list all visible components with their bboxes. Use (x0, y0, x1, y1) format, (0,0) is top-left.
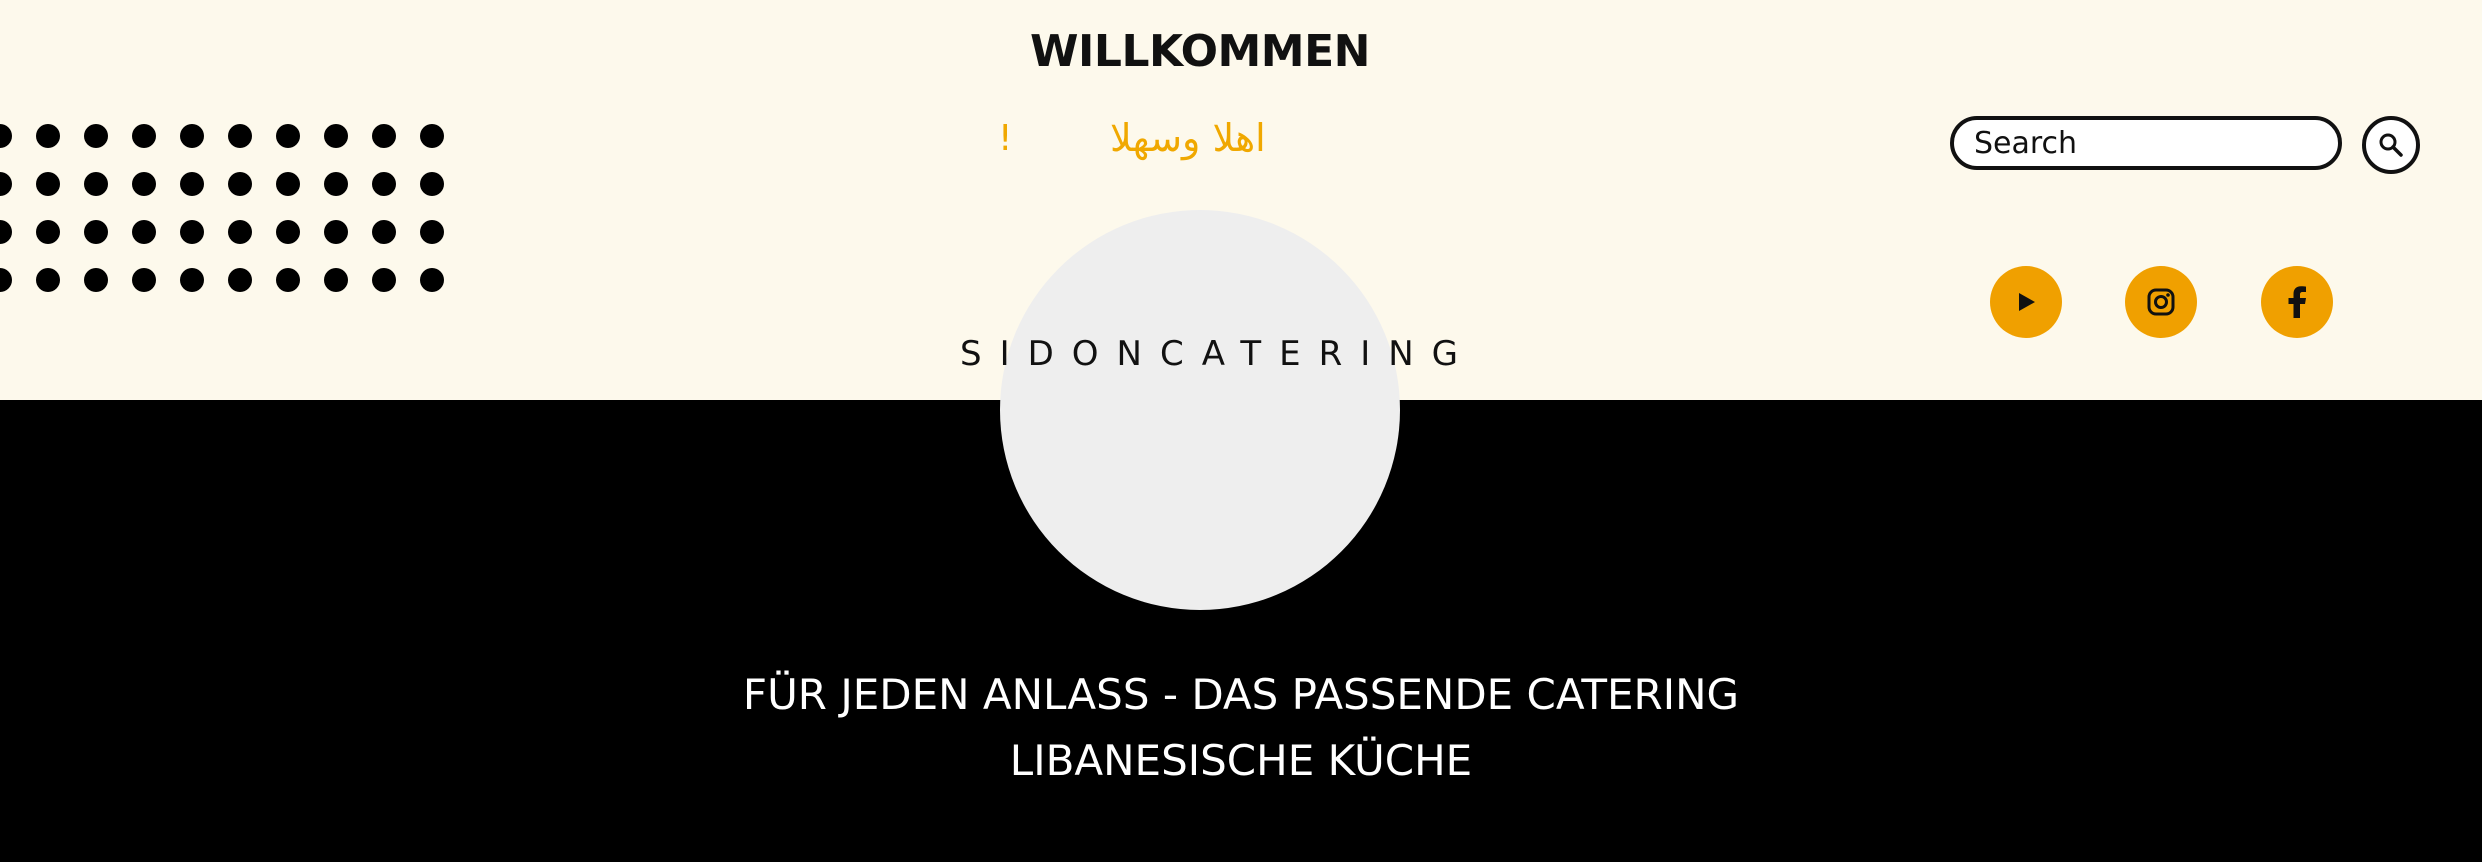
dot (228, 268, 252, 292)
dot (132, 220, 156, 244)
dot (0, 124, 12, 148)
tagline-line-2: LIBANESISCHE KÜCHE (1009, 736, 1473, 785)
dot (0, 268, 12, 292)
dot (372, 124, 396, 148)
dot (0, 220, 12, 244)
instagram-icon (2147, 288, 2175, 316)
dot (324, 220, 348, 244)
dot (132, 124, 156, 148)
dot (420, 172, 444, 196)
dot (36, 220, 60, 244)
dot (84, 172, 108, 196)
dot (84, 124, 108, 148)
instagram-button[interactable] (2125, 266, 2197, 338)
dot (180, 268, 204, 292)
dot (228, 220, 252, 244)
dot (372, 220, 396, 244)
play-icon (2019, 293, 2035, 311)
dot (180, 220, 204, 244)
dot (132, 268, 156, 292)
logo-circle (1000, 210, 1400, 610)
dot-pattern-decoration (0, 124, 444, 294)
dot (36, 124, 60, 148)
dot (36, 172, 60, 196)
dot (36, 268, 60, 292)
dot (84, 220, 108, 244)
dot (132, 172, 156, 196)
dot (372, 172, 396, 196)
dot (324, 268, 348, 292)
dot (276, 220, 300, 244)
greeting-exclamation: ! (998, 118, 1013, 159)
dot (180, 124, 204, 148)
dot (324, 172, 348, 196)
dot (276, 172, 300, 196)
dot (324, 124, 348, 148)
dot (228, 124, 252, 148)
dot (372, 268, 396, 292)
dot (228, 172, 252, 196)
dot (0, 172, 12, 196)
tagline-line-1: FÜR JEDEN ANLASS - DAS PASSENDE CATERING (742, 670, 1740, 719)
dot (180, 172, 204, 196)
page-title: WILLKOMMEN (1030, 26, 1370, 77)
search-button[interactable] (2362, 116, 2420, 174)
arabic-greeting: اهلا وسهلا (1110, 116, 1266, 160)
dot (420, 220, 444, 244)
dot (276, 124, 300, 148)
facebook-icon (2288, 286, 2306, 318)
facebook-button[interactable] (2261, 266, 2333, 338)
youtube-button[interactable] (1990, 266, 2062, 338)
search-icon (2379, 133, 2403, 157)
dot (420, 124, 444, 148)
search-input[interactable] (1950, 116, 2342, 170)
logo-wordmark[interactable]: SIDONCATERING (960, 334, 1458, 374)
dot (420, 268, 444, 292)
dot (84, 268, 108, 292)
dot (276, 268, 300, 292)
